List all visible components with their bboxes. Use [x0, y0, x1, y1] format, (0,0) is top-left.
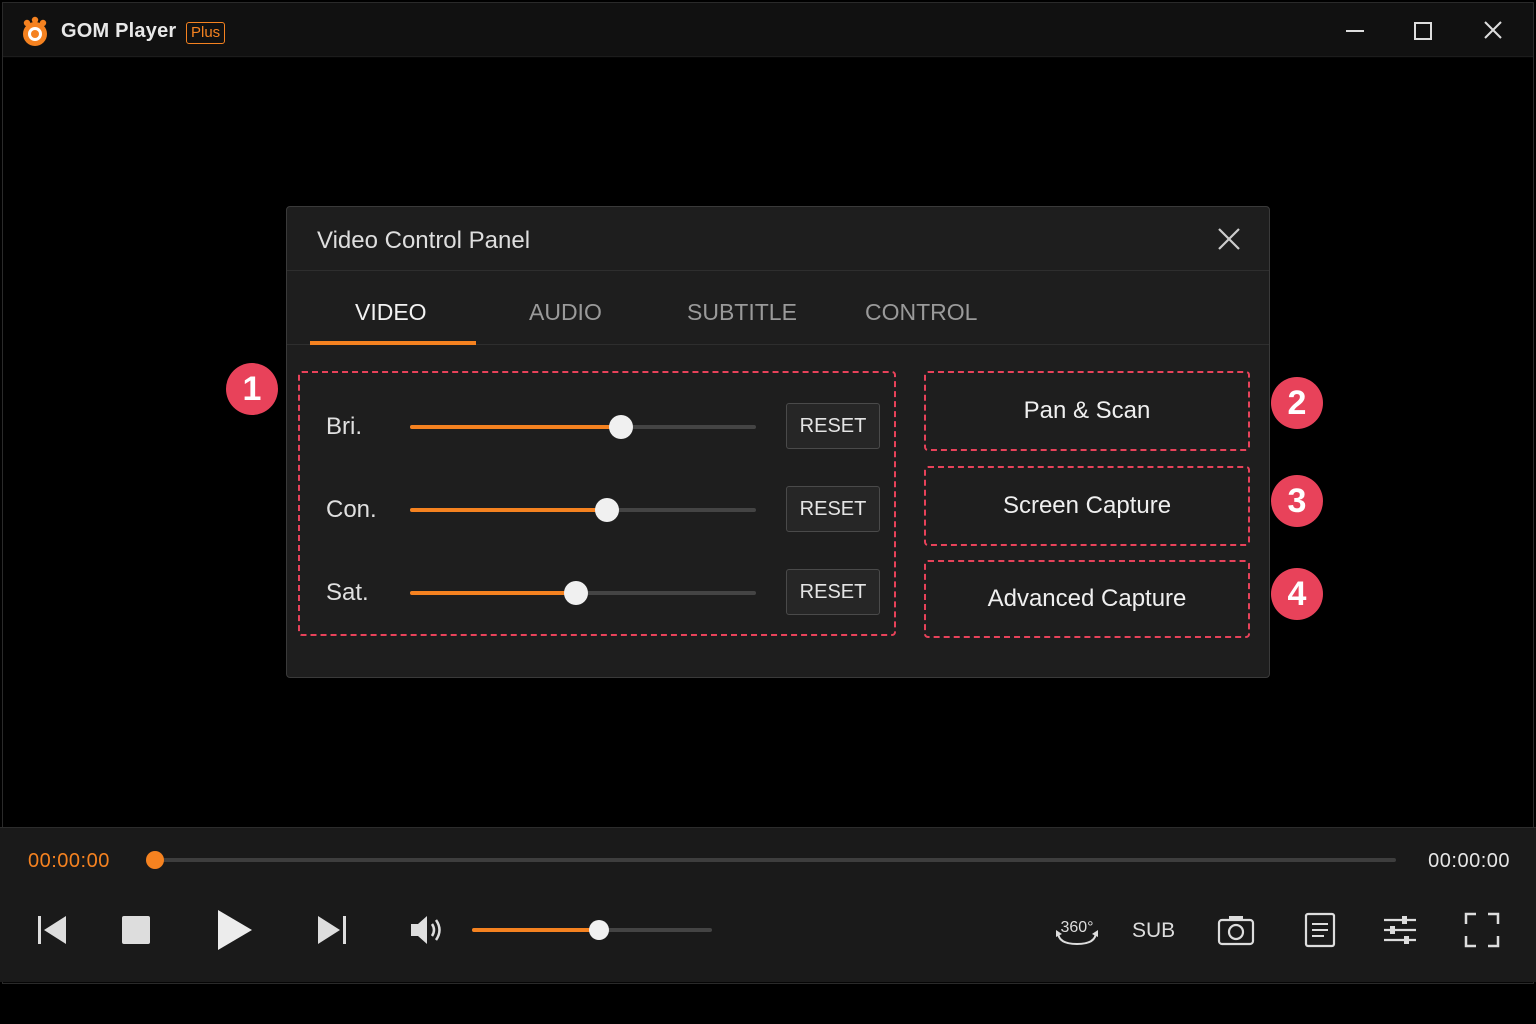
slider-row-brightness: Bri. RESET — [300, 403, 894, 453]
tab-video[interactable]: VIDEO — [355, 299, 427, 326]
panel-tabs: VIDEO AUDIO SUBTITLE CONTROL — [287, 271, 1269, 345]
maximize-button[interactable] — [1405, 15, 1441, 47]
fullscreen-icon — [1464, 912, 1500, 948]
control-panel-button[interactable] — [1378, 908, 1422, 952]
slider-label: Con. — [326, 496, 377, 523]
panel-header: Video Control Panel — [287, 207, 1269, 271]
plus-badge: Plus — [186, 22, 226, 44]
playback-control-bar: 00:00:00 00:00:00 360° SUB — [0, 827, 1536, 982]
slider-fill — [410, 425, 622, 429]
panel-close-icon[interactable] — [1213, 223, 1245, 255]
play-button[interactable] — [210, 906, 258, 954]
slider-row-contrast: Con. RESET — [300, 486, 894, 536]
screenshot-button[interactable] — [1214, 908, 1258, 952]
play-icon — [218, 910, 252, 950]
seek-thumb[interactable] — [146, 851, 164, 869]
slider-thumb[interactable] — [564, 581, 589, 605]
minimize-icon — [1346, 30, 1364, 32]
callout-marker-4: 4 — [1271, 568, 1323, 620]
playlist-button[interactable] — [1298, 908, 1342, 952]
prev-icon — [38, 916, 66, 944]
reset-contrast-button[interactable]: RESET — [786, 486, 880, 532]
volume-slider[interactable] — [472, 920, 712, 940]
tab-control[interactable]: CONTROL — [865, 299, 977, 326]
camera-icon — [1217, 916, 1255, 946]
maximize-icon — [1414, 22, 1432, 40]
screen-capture-button[interactable]: Screen Capture — [924, 466, 1250, 546]
stop-button[interactable] — [114, 908, 158, 952]
contrast-slider[interactable] — [410, 498, 756, 522]
current-time: 00:00:00 — [28, 850, 110, 872]
callout-marker-3: 3 — [1271, 475, 1323, 527]
pan-scan-button[interactable]: Pan & Scan — [924, 371, 1250, 451]
callout-marker-1: 1 — [226, 363, 278, 415]
volume-icon — [411, 916, 441, 944]
playlist-icon — [1304, 912, 1336, 948]
next-button[interactable] — [310, 908, 354, 952]
tab-subtitle[interactable]: SUBTITLE — [687, 299, 797, 326]
close-window-button[interactable] — [1475, 15, 1511, 47]
slider-thumb[interactable] — [609, 415, 634, 439]
callout-marker-2: 2 — [1271, 377, 1323, 429]
stop-icon — [122, 916, 150, 944]
active-tab-indicator — [310, 341, 476, 345]
slider-thumb[interactable] — [595, 498, 620, 522]
panel-title: Video Control Panel — [317, 227, 531, 254]
reset-saturation-button[interactable]: RESET — [786, 569, 880, 615]
subtitle-button[interactable]: SUB — [1132, 919, 1175, 943]
minimize-button[interactable] — [1337, 15, 1373, 47]
advanced-capture-button[interactable]: Advanced Capture — [924, 560, 1250, 638]
volume-thumb[interactable] — [589, 920, 610, 940]
gom-logo-icon — [23, 16, 47, 46]
fullscreen-button[interactable] — [1460, 908, 1504, 952]
saturation-slider[interactable] — [410, 581, 756, 605]
slider-fill — [410, 508, 608, 512]
360-icon: 360° — [1056, 919, 1098, 946]
title-bar: GOM Player Plus — [3, 3, 1533, 57]
slider-fill — [410, 591, 577, 595]
next-icon — [318, 916, 346, 944]
slider-row-saturation: Sat. RESET — [300, 569, 894, 619]
slider-label: Sat. — [326, 579, 369, 606]
slider-label: Bri. — [326, 413, 362, 440]
tab-audio[interactable]: AUDIO — [529, 299, 602, 326]
svg-text:360°: 360° — [1060, 919, 1093, 936]
vr-360-button[interactable]: 360° — [1052, 908, 1102, 952]
brightness-slider[interactable] — [410, 415, 756, 439]
equalizer-icon — [1384, 916, 1416, 944]
previous-button[interactable] — [30, 908, 74, 952]
reset-brightness-button[interactable]: RESET — [786, 403, 880, 449]
volume-button[interactable] — [405, 908, 449, 952]
close-icon — [1484, 21, 1502, 39]
app-name: GOM Player — [61, 20, 177, 42]
total-time: 00:00:00 — [1428, 850, 1510, 872]
volume-fill — [472, 928, 600, 932]
color-adjust-group: Bri. RESET Con. RESET Sat. RESET — [298, 371, 896, 636]
seek-bar[interactable] — [146, 851, 1396, 869]
